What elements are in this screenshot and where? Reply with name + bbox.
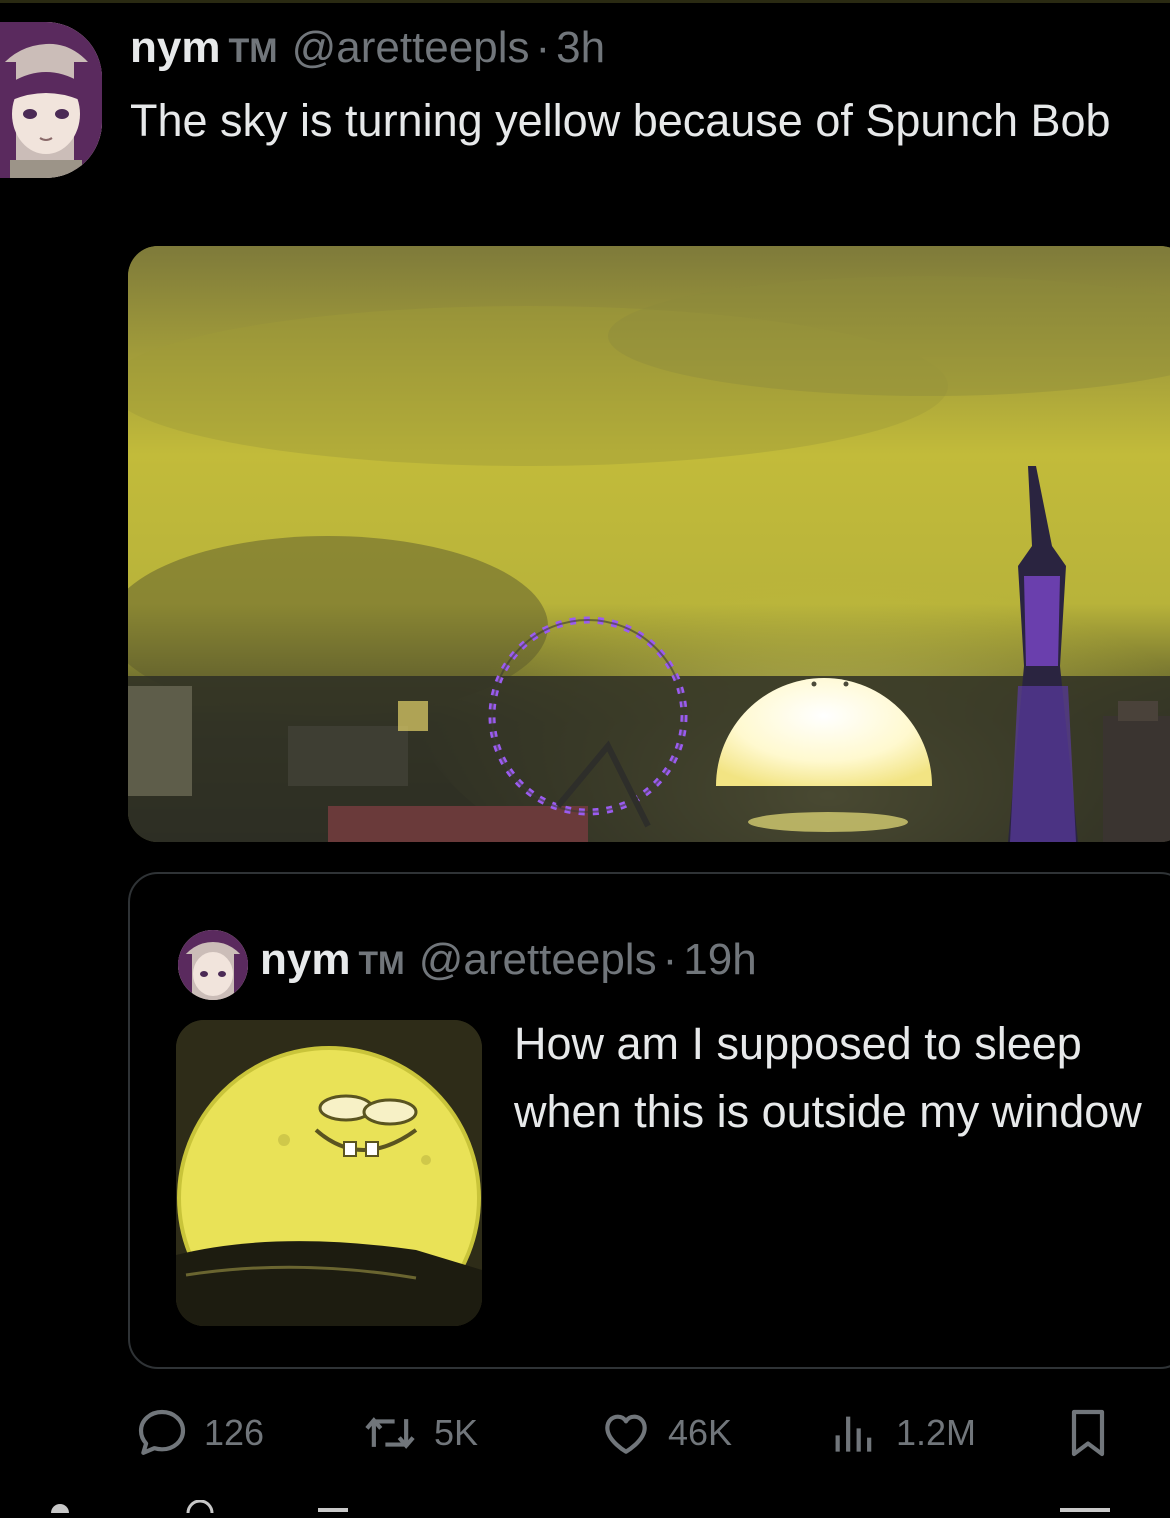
separator-dot: · <box>535 23 551 72</box>
quoted-name-suffix: TM <box>358 945 405 981</box>
yellow-sky-photo <box>128 246 1170 842</box>
views-count: 1.2M <box>896 1412 977 1453</box>
avatar-image <box>0 22 102 178</box>
avatar[interactable] <box>0 22 102 178</box>
quoted-display-name[interactable]: nym <box>260 935 350 984</box>
quoted-separator-dot: · <box>662 935 678 984</box>
top-divider <box>0 0 1170 3</box>
bookmark-icon <box>1071 1409 1105 1457</box>
quoted-user-handle[interactable]: @aretteepls <box>419 935 657 984</box>
quoted-avatar[interactable] <box>178 930 248 1000</box>
action-bar: 126 5K 46K 1.2M <box>0 1398 1170 1468</box>
like-count: 46K <box>668 1412 733 1453</box>
quoted-post[interactable]: nym TM @aretteepls · 19h How am I supposed t… <box>128 872 1170 1369</box>
display-name[interactable]: nym <box>130 23 220 72</box>
quoted-post-time[interactable]: 19h <box>683 935 756 984</box>
quoted-post-header: nym TM @aretteepls · 19h <box>260 930 757 993</box>
post-media[interactable] <box>128 246 1170 842</box>
post-time[interactable]: 3h <box>556 23 605 72</box>
bookmark-button[interactable] <box>1060 1398 1116 1468</box>
quoted-post-text: How am I supposed to sleep when this is … <box>514 1018 1142 1137</box>
name-suffix: TM <box>228 32 278 70</box>
spongebob-moon-image <box>176 1020 482 1326</box>
views-icon <box>835 1416 872 1452</box>
reply-icon <box>138 1409 186 1455</box>
user-handle[interactable]: @aretteepls <box>292 23 530 72</box>
repost-button[interactable]: 5K <box>360 1398 478 1468</box>
like-button[interactable]: 46K <box>598 1398 732 1468</box>
bottom-nav-icons-cropped <box>51 1499 1110 1518</box>
views-button[interactable]: 1.2M <box>826 1398 976 1468</box>
repost-icon <box>365 1417 415 1449</box>
reply-count: 126 <box>204 1412 265 1453</box>
bottom-nav-partial <box>0 1499 1170 1518</box>
reply-button[interactable]: 126 <box>134 1398 264 1468</box>
repost-count: 5K <box>434 1412 479 1453</box>
heart-icon <box>605 1414 647 1454</box>
quoted-avatar-image <box>178 930 248 1000</box>
quoted-media-thumbnail[interactable] <box>176 1020 482 1326</box>
post-header: nym TM @aretteepls · 3h <box>130 20 605 79</box>
post-text: The sky is turning yellow because of Spu… <box>130 95 1111 146</box>
